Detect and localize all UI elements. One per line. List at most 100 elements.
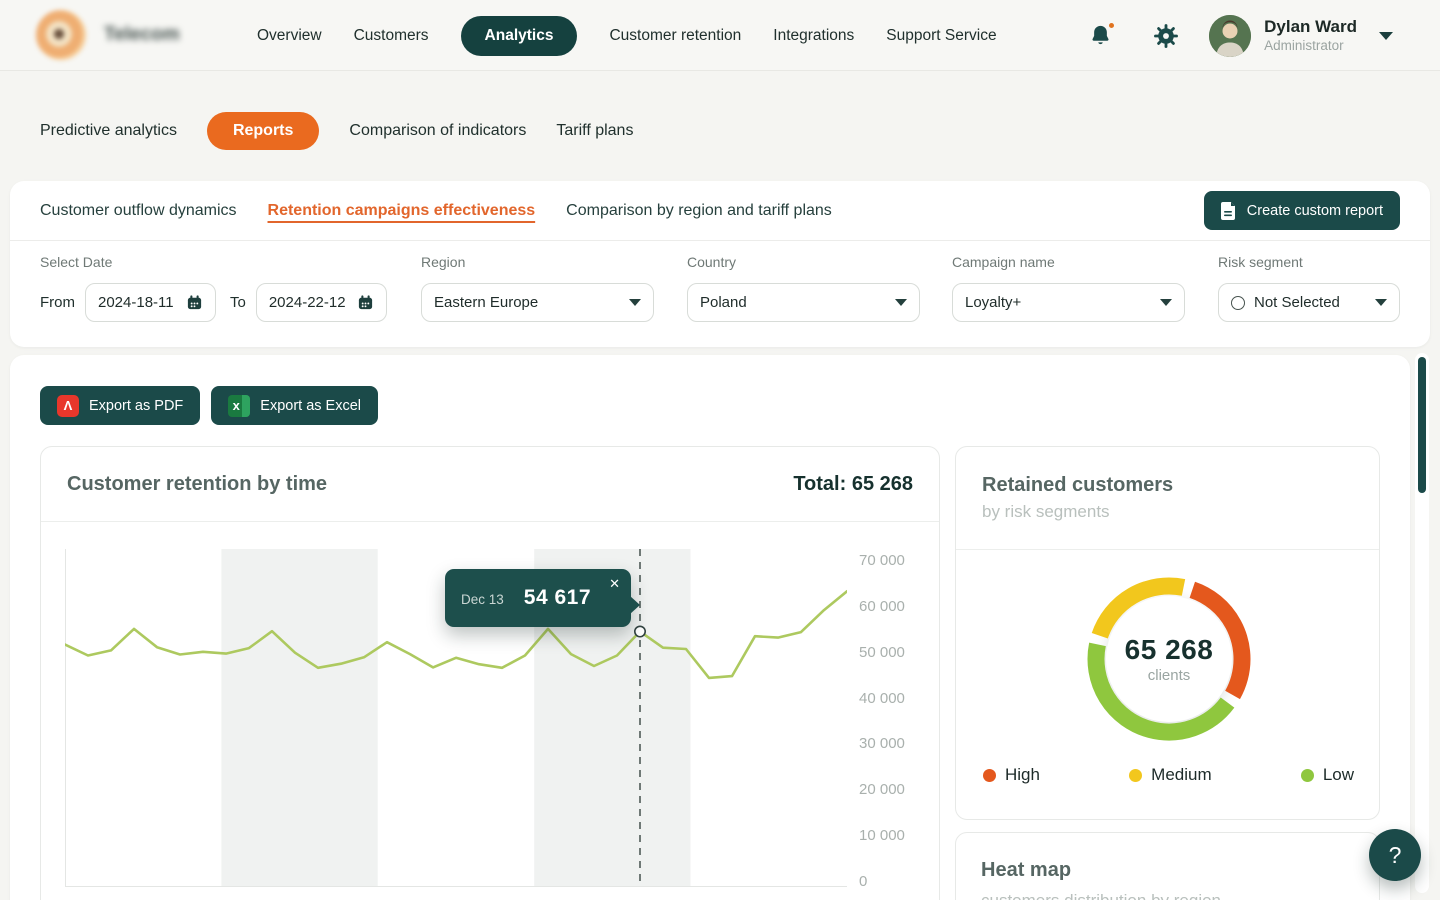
y-axis-tick: 0 bbox=[859, 872, 937, 892]
circle-outline-icon bbox=[1231, 296, 1245, 310]
create-custom-report-label: Create custom report bbox=[1247, 203, 1383, 219]
topbar-actions: Dylan Ward Administrator bbox=[1084, 0, 1395, 71]
filter-select-date: Select Date From 2024-18-11 To bbox=[40, 254, 387, 322]
analytics-section-tabs: Predictive analytics Reports Comparison of… bbox=[40, 111, 633, 151]
line-chart[interactable]: Dec 13 54 617 ✕ 70 000 60 000 50 000 40 000… bbox=[65, 549, 937, 887]
section-tab-reports[interactable]: Reports bbox=[207, 112, 319, 150]
campaign-select[interactable]: Loyalty+ bbox=[952, 283, 1185, 322]
legend-dot-high bbox=[983, 769, 996, 782]
export-excel-button[interactable]: x Export as Excel bbox=[211, 386, 378, 425]
country-label: Country bbox=[687, 254, 920, 270]
settings-button[interactable] bbox=[1149, 19, 1183, 53]
region-label: Region bbox=[421, 254, 654, 270]
y-axis-tick: 50 000 bbox=[859, 643, 937, 663]
legend-item-high[interactable]: High bbox=[983, 765, 1040, 785]
report-controls-card: Customer outflow dynamics Retention campa… bbox=[10, 181, 1430, 347]
report-tab-comparison-by-region-and-tariff-plans[interactable]: Comparison by region and tariff plans bbox=[566, 202, 832, 220]
y-axis-tick: 30 000 bbox=[859, 734, 937, 754]
nav-item-customer-retention[interactable]: Customer retention bbox=[609, 27, 741, 45]
section-tab-predictive-analytics[interactable]: Predictive analytics bbox=[40, 122, 177, 140]
legend-label: High bbox=[1005, 765, 1040, 785]
brand-logo[interactable]: Telecom bbox=[36, 10, 180, 60]
select-date-label: Select Date bbox=[40, 254, 387, 270]
filter-region: Region Eastern Europe bbox=[421, 254, 654, 322]
chart-tooltip: Dec 13 54 617 ✕ bbox=[445, 569, 631, 627]
donut-chart[interactable]: 65 268 clients bbox=[1079, 569, 1259, 749]
date-from-input[interactable]: 2024-18-11 bbox=[85, 283, 216, 322]
region-select[interactable]: Eastern Europe bbox=[421, 283, 654, 322]
nav-item-support-service[interactable]: Support Service bbox=[886, 27, 996, 45]
brand-name: Telecom bbox=[104, 24, 180, 46]
notification-dot bbox=[1107, 21, 1116, 30]
nav-item-customers[interactable]: Customers bbox=[354, 27, 429, 45]
y-axis-tick: 60 000 bbox=[859, 597, 937, 617]
section-tab-comparison-of-indicators[interactable]: Comparison of indicators bbox=[349, 122, 526, 140]
avatar-photo bbox=[1209, 15, 1251, 57]
country-select[interactable]: Poland bbox=[687, 283, 920, 322]
calendar-icon bbox=[186, 294, 203, 311]
report-tab-customer-outflow-dynamics[interactable]: Customer outflow dynamics bbox=[40, 202, 237, 220]
top-navigation-bar: Telecom Overview Customers Analytics Custom… bbox=[0, 0, 1440, 71]
report-tabs-row: Customer outflow dynamics Retention campa… bbox=[10, 181, 1430, 240]
page-scrollbar[interactable] bbox=[1415, 353, 1429, 893]
date-from-value: 2024-18-11 bbox=[98, 294, 174, 311]
create-custom-report-button[interactable]: Create custom report bbox=[1204, 191, 1400, 230]
avatar[interactable] bbox=[1209, 15, 1251, 57]
brand-logo-icon bbox=[36, 10, 86, 60]
excel-icon: x bbox=[228, 395, 250, 417]
chart-panel-head: Customer retention by time Total: 65 268 bbox=[41, 447, 939, 522]
user-name: Dylan Ward bbox=[1264, 17, 1357, 37]
pdf-icon: Λ bbox=[57, 395, 79, 417]
report-tabs: Customer outflow dynamics Retention campa… bbox=[40, 202, 832, 220]
scrollbar-thumb[interactable] bbox=[1418, 357, 1426, 493]
y-axis-tick: 40 000 bbox=[859, 689, 937, 709]
heat-map-panel: Heat map customers distribution by regio… bbox=[955, 832, 1380, 900]
help-button[interactable]: ? bbox=[1369, 829, 1421, 881]
app-root: Telecom Overview Customers Analytics Custom… bbox=[0, 0, 1440, 900]
retained-customers-panel: Retained customers by risk segments 65 2… bbox=[955, 446, 1380, 820]
date-to-value: 2024-22-12 bbox=[269, 294, 346, 311]
donut-unit: clients bbox=[1148, 667, 1191, 684]
tooltip-close-button[interactable]: ✕ bbox=[607, 574, 622, 594]
user-role: Administrator bbox=[1264, 38, 1357, 54]
export-buttons: Λ Export as PDF x Export as Excel bbox=[40, 386, 378, 425]
notifications-button[interactable] bbox=[1084, 19, 1117, 52]
legend-label: Low bbox=[1323, 765, 1354, 785]
caret-down-icon bbox=[1160, 299, 1172, 306]
nav-item-integrations[interactable]: Integrations bbox=[773, 27, 854, 45]
caret-down-icon bbox=[629, 299, 641, 306]
risk-segment-value: Not Selected bbox=[1254, 294, 1340, 311]
legend-label: Medium bbox=[1151, 765, 1211, 785]
main-nav: Overview Customers Analytics Customer reten… bbox=[257, 0, 997, 71]
export-pdf-button[interactable]: Λ Export as PDF bbox=[40, 386, 200, 425]
filter-risk-segment: Risk segment Not Selected bbox=[1218, 254, 1400, 322]
risk-segment-select[interactable]: Not Selected bbox=[1218, 283, 1400, 322]
section-tab-tariff-plans[interactable]: Tariff plans bbox=[556, 122, 633, 140]
y-axis-tick: 10 000 bbox=[859, 826, 937, 846]
export-excel-label: Export as Excel bbox=[260, 398, 361, 414]
chart-total: Total: 65 268 bbox=[793, 473, 913, 496]
legend-item-medium[interactable]: Medium bbox=[1129, 765, 1211, 785]
calendar-icon bbox=[357, 294, 374, 311]
filter-campaign-name: Campaign name Loyalty+ bbox=[952, 254, 1185, 322]
gear-icon bbox=[1153, 23, 1179, 49]
date-to-input[interactable]: 2024-22-12 bbox=[256, 283, 387, 322]
retained-panel-head: Retained customers by risk segments bbox=[956, 447, 1379, 550]
donut-legend: High Medium Low bbox=[983, 765, 1354, 785]
caret-down-icon bbox=[895, 299, 907, 306]
chevron-down-icon bbox=[1379, 32, 1393, 40]
donut-total: 65 268 bbox=[1125, 634, 1214, 666]
report-tab-retention-campaigns-effectiveness[interactable]: Retention campaigns effectiveness bbox=[268, 202, 536, 220]
risk-segment-label: Risk segment bbox=[1218, 254, 1400, 270]
campaign-name-label: Campaign name bbox=[952, 254, 1185, 270]
export-pdf-label: Export as PDF bbox=[89, 398, 183, 414]
filter-country: Country Poland bbox=[687, 254, 920, 322]
y-axis-tick: 70 000 bbox=[859, 551, 937, 571]
legend-dot-low bbox=[1301, 769, 1314, 782]
legend-item-low[interactable]: Low bbox=[1301, 765, 1354, 785]
nav-item-overview[interactable]: Overview bbox=[257, 27, 322, 45]
heat-map-subtitle: customers distribution by region bbox=[981, 891, 1379, 900]
user-menu-button[interactable] bbox=[1377, 26, 1395, 46]
nav-item-analytics[interactable]: Analytics bbox=[461, 16, 578, 56]
donut-center: 65 268 clients bbox=[1079, 569, 1259, 749]
